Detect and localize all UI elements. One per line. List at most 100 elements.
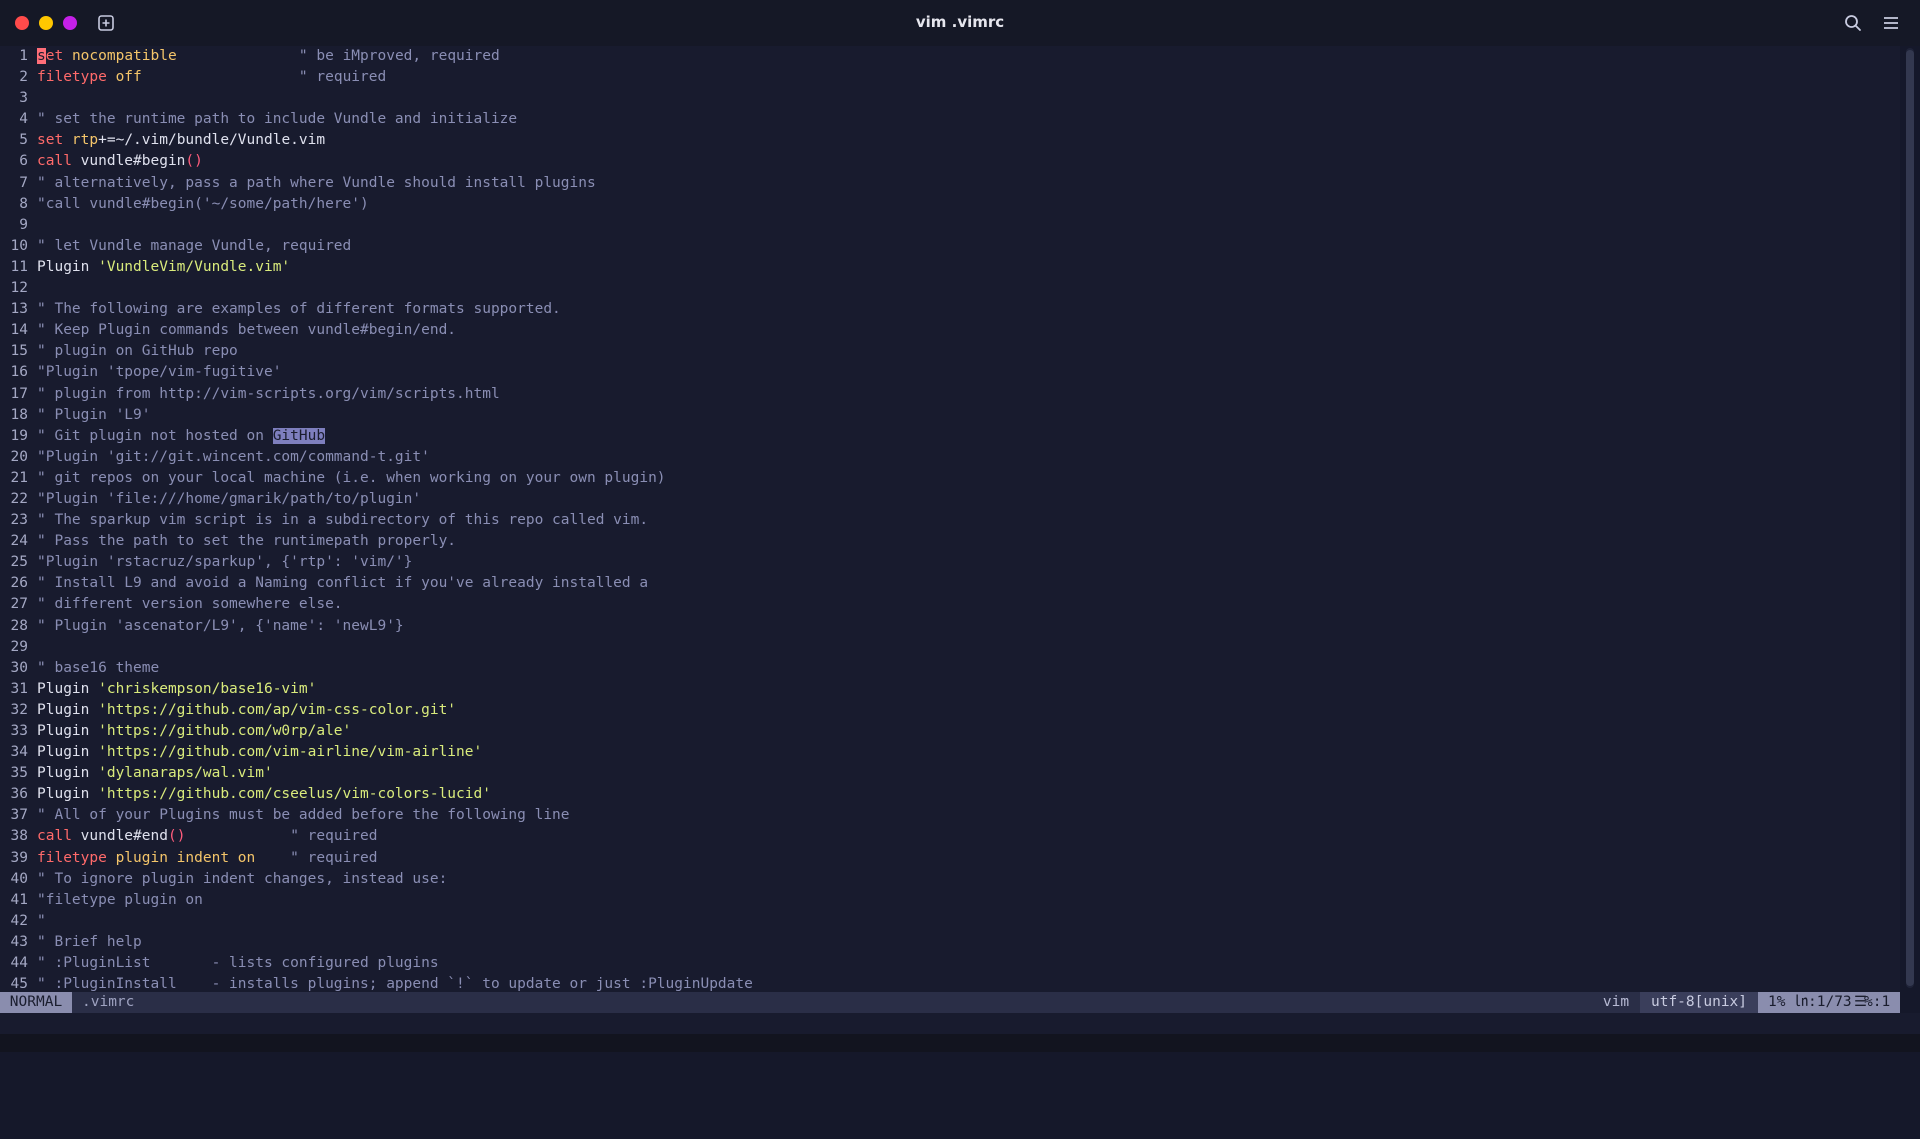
line-text: " set the runtime path to include Vundle… (37, 109, 517, 130)
line-number: 16 (10, 364, 28, 381)
code-line[interactable]: 7 " alternatively, pass a path where Vund… (0, 173, 1900, 194)
code-line[interactable]: 6 call vundle#begin() (0, 151, 1900, 172)
line-number: 36 (10, 786, 28, 803)
command-line[interactable] (0, 1013, 1920, 1034)
code-token: " git repos on your local machine (i.e. … (37, 469, 666, 486)
code-token: Plugin (37, 258, 99, 275)
code-line[interactable]: 14 " Keep Plugin commands between vundle#… (0, 320, 1900, 341)
code-line[interactable]: 1 set nocompatible " be iMproved, require… (0, 46, 1900, 67)
line-number: 34 (10, 744, 28, 761)
code-token: 'dylanaraps/wal.vim' (98, 765, 273, 782)
code-line[interactable]: 42 " (0, 911, 1900, 932)
line-number: 41 (10, 891, 28, 908)
line-number: 14 (10, 322, 28, 339)
code-line[interactable]: 40 " To ignore plugin indent changes, ins… (0, 869, 1900, 890)
hamburger-menu-icon[interactable] (1882, 14, 1900, 32)
code-line[interactable]: 24 " Pass the path to set the runtimepath… (0, 531, 1900, 552)
line-text: Plugin 'https://github.com/ap/vim-css-co… (37, 700, 456, 721)
code-line[interactable]: 17 " plugin from http://vim-scripts.org/v… (0, 384, 1900, 405)
code-line[interactable]: 34 Plugin 'https://github.com/vim-airline… (0, 742, 1900, 763)
code-line[interactable]: 15 " plugin on GitHub repo (0, 341, 1900, 362)
terminal-bottom-edge (0, 1034, 1920, 1052)
code-token: Plugin (37, 723, 99, 739)
code-token: "filetype plugin on (37, 891, 203, 908)
code-line[interactable]: 5 set rtp+=~/.vim/bundle/Vundle.vim (0, 130, 1900, 151)
line-number-icon: ㏑ (1794, 994, 1809, 1010)
line-number: 30 (10, 659, 28, 676)
column-position: %:1 (1864, 994, 1891, 1010)
code-line[interactable]: 18 " Plugin 'L9' (0, 405, 1900, 426)
code-line[interactable]: 3 (0, 88, 1900, 109)
line-number: 32 (10, 701, 28, 718)
code-line[interactable]: 22 "Plugin 'file:///home/gmarik/path/to/p… (0, 489, 1900, 510)
code-line[interactable]: 23 " The sparkup vim script is in a subdi… (0, 510, 1900, 531)
scrollbar-thumb[interactable] (1906, 50, 1914, 986)
line-number: 43 (10, 933, 28, 950)
code-line[interactable]: 29 (0, 637, 1900, 658)
cursor-position: 1% ㏑ :1/73 ☰ %:1 (1758, 992, 1900, 1013)
code-line[interactable]: 39 filetype plugin indent on " required (0, 848, 1900, 869)
code-line[interactable]: 19 " Git plugin not hosted on GitHub (0, 426, 1900, 447)
line-text: Plugin 'https://github.com/w0rp/ale' (37, 721, 351, 742)
line-number: 7 (19, 174, 28, 191)
line-number: 2 (19, 69, 28, 86)
line-text: " Keep Plugin commands between vundle#be… (37, 320, 456, 341)
code-line[interactable]: 13 " The following are examples of differ… (0, 299, 1900, 320)
code-line[interactable]: 41 "filetype plugin on (0, 890, 1900, 911)
line-number: 44 (10, 955, 28, 972)
code-line[interactable]: 38 call vundle#end() " required (0, 826, 1900, 847)
code-line[interactable]: 26 " Install L9 and avoid a Naming confli… (0, 573, 1900, 594)
code-line[interactable]: 28 " Plugin 'ascenator/L9', {'name': 'new… (0, 616, 1900, 637)
code-area[interactable]: 1 set nocompatible " be iMproved, require… (0, 46, 1900, 992)
code-line[interactable]: 45 " :PluginInstall - installs plugins; a… (0, 974, 1900, 992)
code-token: " plugin from http://vim-scripts.org/vim… (37, 385, 500, 402)
code-token: Plugin (37, 701, 99, 718)
line-number: 23 (10, 512, 28, 529)
code-token: " be iMproved, required (176, 48, 500, 64)
code-token: " Keep Plugin commands between vundle#be… (37, 322, 457, 339)
line-number: 33 (10, 723, 28, 739)
editor-buffer[interactable]: 1 set nocompatible " be iMproved, require… (0, 46, 1900, 992)
line-text: filetype off " required (37, 67, 386, 88)
code-line[interactable]: 31 Plugin 'chriskempson/base16-vim' (0, 679, 1900, 700)
code-line[interactable]: 37 " All of your Plugins must be added be… (0, 805, 1900, 826)
code-token: 'VundleVim/Vundle.vim' (98, 258, 291, 275)
code-line[interactable]: 43 " Brief help (0, 932, 1900, 953)
code-line[interactable]: 32 Plugin 'https://github.com/ap/vim-css-… (0, 700, 1900, 721)
code-line[interactable]: 12 (0, 278, 1900, 299)
line-number: 31 (10, 680, 28, 697)
code-token: vundle#begin (80, 153, 186, 170)
code-token: " required (255, 849, 378, 866)
code-token: Plugin (37, 744, 99, 761)
code-line[interactable]: 4 " set the runtime path to include Vundl… (0, 109, 1900, 130)
code-line[interactable]: 9 (0, 215, 1900, 236)
code-line[interactable]: 8 "call vundle#begin('~/some/path/here') (0, 194, 1900, 215)
code-line[interactable]: 11 Plugin 'VundleVim/Vundle.vim' (0, 257, 1900, 278)
code-line[interactable]: 33 Plugin 'https://github.com/w0rp/ale' (0, 721, 1900, 742)
line-text: " Install L9 and avoid a Naming conflict… (37, 573, 648, 594)
code-line[interactable]: 44 " :PluginList - lists configured plugi… (0, 953, 1900, 974)
line-text: Plugin 'dylanaraps/wal.vim' (37, 763, 273, 784)
code-line[interactable]: 30 " base16 theme (0, 658, 1900, 679)
line-number: 26 (10, 575, 28, 592)
search-icon[interactable] (1843, 13, 1863, 33)
line-number: 25 (10, 554, 28, 571)
line-text: " plugin on GitHub repo (37, 341, 238, 362)
line-text: " alternatively, pass a path where Vundl… (37, 173, 596, 194)
code-line[interactable]: 35 Plugin 'dylanaraps/wal.vim' (0, 763, 1900, 784)
code-line[interactable]: 27 " different version somewhere else. (0, 594, 1900, 615)
line-text: " (37, 911, 46, 932)
mode-indicator: NORMAL (0, 992, 72, 1013)
code-line[interactable]: 2 filetype off " required (0, 67, 1900, 88)
code-line[interactable]: 36 Plugin 'https://github.com/cseelus/vim… (0, 784, 1900, 805)
code-line[interactable]: 20 "Plugin 'git://git.wincent.com/command… (0, 447, 1900, 468)
line-number: 21 (10, 469, 28, 486)
line-text: Plugin 'VundleVim/Vundle.vim' (37, 257, 290, 278)
code-token: "Plugin 'git://git.wincent.com/command-t… (37, 448, 430, 465)
code-line[interactable]: 21 " git repos on your local machine (i.e… (0, 468, 1900, 489)
code-line[interactable]: 10 " let Vundle manage Vundle, required (0, 236, 1900, 257)
code-line[interactable]: 16 "Plugin 'tpope/vim-fugitive' (0, 362, 1900, 383)
code-token: call (37, 153, 81, 170)
code-token: " Install L9 and avoid a Naming conflict… (37, 575, 649, 592)
code-line[interactable]: 25 "Plugin 'rstacruz/sparkup', {'rtp': 'v… (0, 552, 1900, 573)
